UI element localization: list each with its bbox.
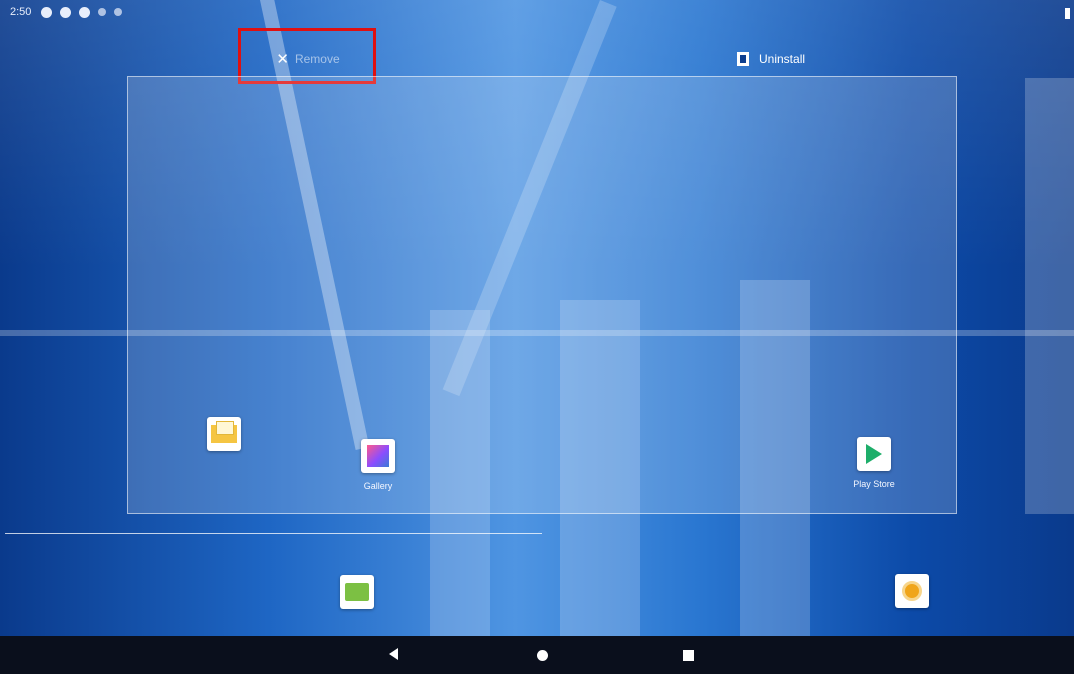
status-indicator-icon (98, 8, 107, 16)
app-tile[interactable] (340, 575, 374, 609)
uninstall-drop-target[interactable]: Uninstall (737, 44, 857, 74)
messages-icon (345, 583, 369, 601)
uninstall-label: Uninstall (759, 52, 806, 66)
battery-icon (1065, 8, 1070, 19)
app-label: Gallery (363, 481, 393, 491)
app-email[interactable] (184, 417, 264, 451)
workspace-page[interactable]: Gallery Play Store (127, 76, 957, 514)
home-icon[interactable] (537, 650, 548, 661)
hotseat-app-camera[interactable] (872, 574, 952, 608)
hotseat-app-messaging[interactable] (317, 575, 397, 609)
navigation-bar (0, 636, 1074, 674)
email-icon (211, 421, 237, 443)
app-tile[interactable] (361, 439, 395, 473)
trash-icon (737, 52, 749, 66)
app-label: Play Store (853, 479, 895, 489)
gallery-icon (367, 445, 389, 467)
app-tile[interactable] (857, 437, 891, 471)
back-icon[interactable] (389, 648, 398, 660)
recents-icon[interactable] (683, 650, 694, 661)
status-bar: 2:50 (0, 0, 1074, 24)
hotseat-divider (5, 533, 542, 534)
camera-icon (902, 581, 922, 601)
dot-icon (114, 8, 123, 16)
status-time: 2:50 (10, 6, 32, 18)
app-tile[interactable] (207, 417, 241, 451)
settings-notification-icon (60, 6, 72, 18)
notification-icon (41, 6, 53, 18)
shield-icon (79, 6, 91, 18)
app-play-store[interactable]: Play Store (834, 437, 914, 489)
app-tile[interactable] (895, 574, 929, 608)
app-gallery[interactable]: Gallery (338, 439, 418, 491)
adjacent-page-preview[interactable] (1025, 78, 1074, 514)
play-store-icon (866, 444, 882, 464)
